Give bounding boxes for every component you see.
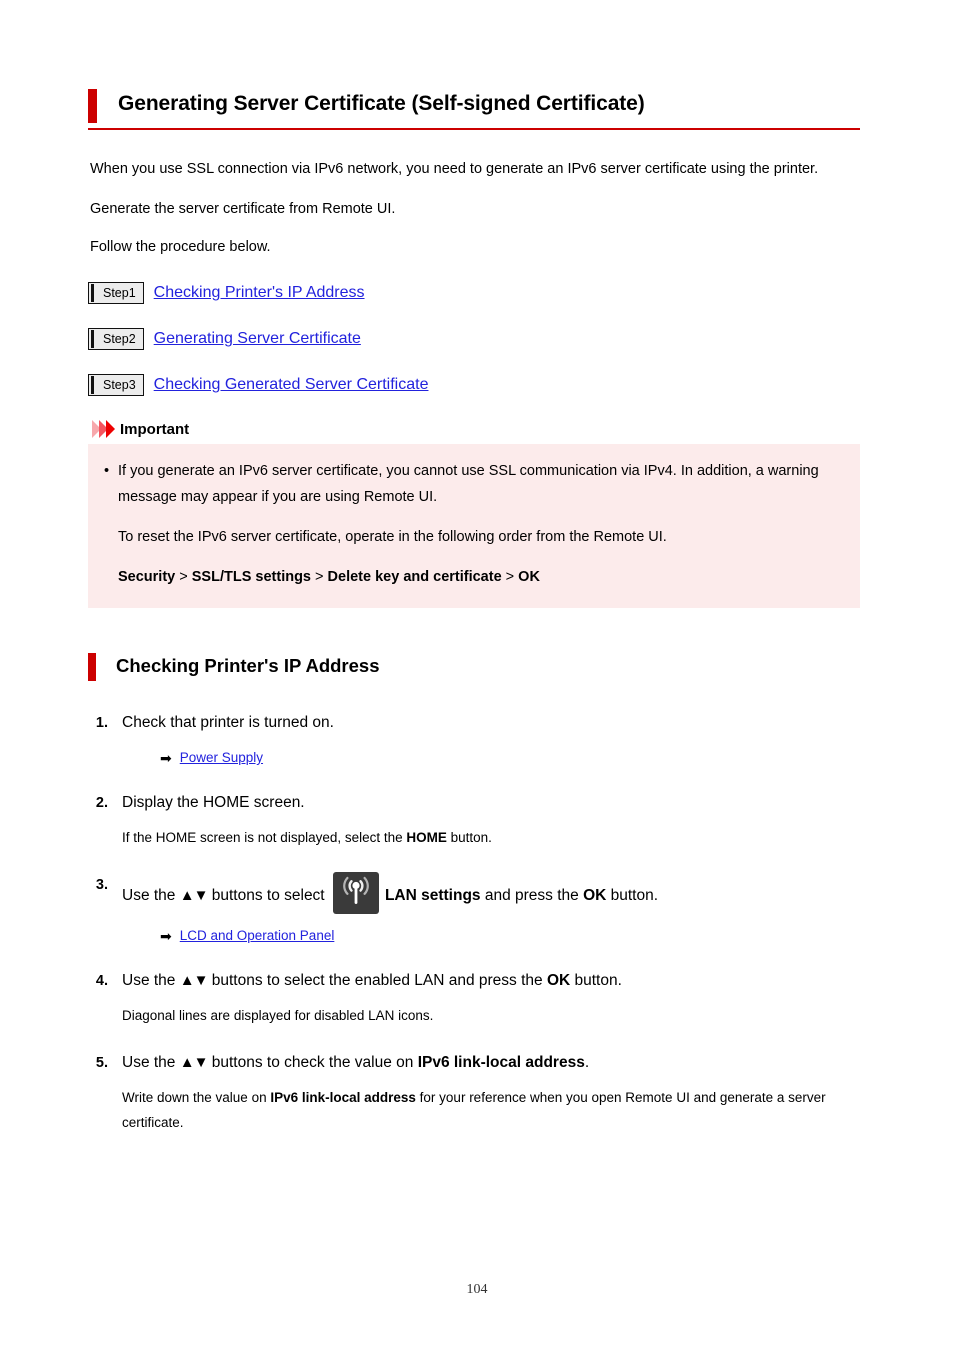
intro-paragraph-2: Generate the server certificate from Rem… [90, 201, 396, 217]
section-heading: Checking Printer's IP Address [116, 655, 380, 676]
intro-paragraph-3: Follow the procedure below. [90, 239, 271, 255]
step-link-2[interactable]: Generating Server Certificate [154, 328, 361, 350]
subtext-suffix: button. [446, 830, 492, 845]
step-link-1[interactable]: Checking Printer's IP Address [154, 282, 365, 304]
page-number: 104 [466, 1282, 488, 1297]
reference-link-row: ➡ Power Supply [160, 748, 860, 768]
menu-path-item-1: Security [118, 569, 176, 585]
text-middle-2: and press the [480, 887, 584, 904]
menu-path-separator-2: > [311, 569, 328, 585]
list-item: 1. Check that printer is turned on. ➡ Po… [96, 710, 860, 768]
text-bold-ok: OK [546, 972, 571, 989]
up-down-triangle-icon: ▲▼ [179, 1054, 209, 1071]
text-prefix: Use the [122, 887, 180, 904]
important-label: Important [120, 420, 190, 438]
important-menu-path: Security > SSL/TLS settings > Delete key… [118, 564, 844, 590]
page-title: Generating Server Certificate (Self-sign… [118, 92, 645, 115]
title-accent-bar [88, 89, 97, 123]
list-item-text: Use the ▲▼ buttons to select LAN setting… [122, 872, 860, 914]
reference-link-power-supply[interactable]: Power Supply [180, 748, 263, 768]
list-item-text: Check that printer is turned on. [122, 714, 334, 731]
menu-path-item-2: SSL/TLS settings [191, 569, 312, 585]
page-content: Generating Server Certificate (Self-sign… [88, 88, 860, 1157]
list-item: 4. Use the ▲▼ buttons to select the enab… [96, 968, 860, 1028]
list-item: 3. Use the ▲▼ buttons to select LAN sett… [96, 872, 860, 946]
up-down-triangle-icon: ▲▼ [179, 972, 209, 989]
text-middle: buttons to select [207, 887, 329, 904]
text-bold-ok: OK [583, 887, 607, 904]
list-item-number: 4. [95, 973, 108, 989]
text-middle: buttons to check the value on [207, 1054, 418, 1071]
list-item-text: Use the ▲▼ buttons to select the enabled… [122, 968, 860, 994]
text-middle: buttons to select the enabled LAN and pr… [207, 972, 547, 989]
step-badge-2: Step2 [88, 328, 144, 350]
reference-link-lcd-operation-panel[interactable]: LCD and Operation Panel [180, 926, 335, 946]
step-badge-3: Step3 [88, 374, 144, 396]
text-suffix: . [584, 1054, 590, 1071]
list-item-number: 3. [95, 877, 108, 893]
subtext-bold-ipv6-address: IPv6 link-local address [270, 1090, 416, 1105]
section-accent-bar [88, 653, 96, 681]
important-callout: • If you generate an IPv6 server certifi… [88, 444, 860, 608]
list-item-text: Display the HOME screen. [122, 794, 305, 811]
text-suffix: button. [570, 972, 622, 989]
document-page: Generating Server Certificate (Self-sign… [0, 0, 954, 1350]
page-title-block: Generating Server Certificate (Self-sign… [88, 88, 860, 130]
chevron-right-icon-3 [106, 420, 115, 438]
text-bold-lan-settings: LAN settings [384, 887, 481, 904]
important-heading: Important [92, 420, 860, 438]
list-item-number: 5. [95, 1055, 108, 1071]
step-row: Step3 Checking Generated Server Certific… [88, 374, 860, 396]
subtext-prefix: If the HOME screen is not displayed, sel… [122, 830, 407, 845]
procedure-list: 1. Check that printer is turned on. ➡ Po… [88, 710, 860, 1135]
subtext-prefix: Write down the value on [122, 1090, 271, 1105]
arrow-right-icon: ➡ [160, 750, 172, 766]
text-prefix: Use the [122, 972, 180, 989]
list-item-subtext: Diagonal lines are displayed for disable… [122, 1008, 434, 1023]
wireless-lan-icon [332, 872, 379, 914]
step-badge-1: Step1 [88, 282, 144, 304]
step-row: Step1 Checking Printer's IP Address [88, 282, 860, 304]
list-item-subtext: Write down the value on IPv6 link-local … [122, 1085, 860, 1135]
list-item-text: Use the ▲▼ buttons to check the value on… [122, 1050, 860, 1076]
menu-path-separator-3: > [501, 569, 519, 585]
text-bold-ipv6-address: IPv6 link-local address [417, 1054, 585, 1071]
bullet-marker: • [104, 463, 110, 479]
step-list: Step1 Checking Printer's IP Address Step… [88, 282, 860, 396]
section-heading-block: Checking Printer's IP Address [88, 652, 860, 681]
important-paragraph: To reset the IPv6 server certificate, op… [118, 529, 667, 545]
important-bullet-item: • If you generate an IPv6 server certifi… [104, 458, 844, 510]
text-prefix: Use the [122, 1054, 180, 1071]
intro-paragraph-1: When you use SSL connection via IPv6 net… [90, 161, 819, 177]
chevrons-icon [92, 420, 115, 438]
reference-link-row: ➡ LCD and Operation Panel [160, 926, 860, 946]
menu-path-separator-1: > [175, 569, 192, 585]
list-item-number: 2. [95, 795, 108, 811]
important-bullet-text: If you generate an IPv6 server certifica… [118, 463, 819, 505]
text-suffix: button. [606, 887, 659, 904]
step-link-3[interactable]: Checking Generated Server Certificate [154, 374, 429, 396]
list-item-subtext: If the HOME screen is not displayed, sel… [122, 825, 860, 850]
list-item-number: 1. [95, 715, 108, 731]
menu-path-item-3: Delete key and certificate [327, 569, 502, 585]
step-row: Step2 Generating Server Certificate [88, 328, 860, 350]
arrow-right-icon: ➡ [160, 928, 172, 944]
up-down-triangle-icon: ▲▼ [179, 887, 209, 904]
subtext-bold-home: HOME [406, 830, 447, 845]
menu-path-item-4: OK [518, 569, 540, 585]
list-item: 2. Display the HOME screen. If the HOME … [96, 790, 860, 850]
list-item: 5. Use the ▲▼ buttons to check the value… [96, 1050, 860, 1135]
